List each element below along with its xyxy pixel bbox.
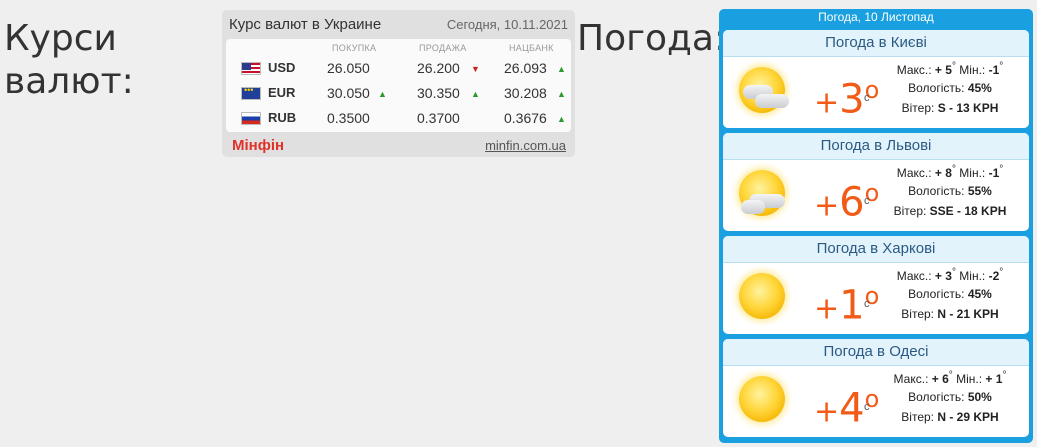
max-min-temp: Макс.: + 6° Мін.: + 1° — [893, 370, 1007, 386]
sun-icon — [739, 273, 785, 319]
sell-rate: 30.350 — [417, 85, 460, 101]
trend-up-icon: ▲ — [557, 114, 566, 124]
sell-rate: 0.3700 — [417, 110, 460, 126]
column-header-sell: ПРОДАЖА — [419, 43, 467, 53]
max-min-temp: Макс.: + 5° Мін.: -1° — [896, 61, 1004, 77]
city-weather-card[interactable]: Погода в Харкові +1o c Макс.: + 3° Мін.:… — [723, 236, 1029, 334]
currency-widget-date: Сегодня, 10.11.2021 — [446, 17, 568, 32]
humidity: Вологість: 50% — [908, 390, 992, 404]
buy-rate: 26.050 — [327, 60, 370, 76]
wind: Вітер: N - 29 KPH — [901, 410, 999, 424]
weather-widget-title: Погода, 10 Листопад — [818, 10, 934, 24]
partly-cloudy-icon — [739, 67, 789, 113]
weather-heading: Погода: — [577, 18, 727, 59]
city-weather-title[interactable]: Погода в Львові — [723, 133, 1029, 160]
wind: Вітер: SSE - 18 KPH — [893, 204, 1007, 218]
currency-row-eur: EUR 30.050 ▲ 30.350 ▲ 30.208 ▲ — [226, 84, 571, 108]
currency-row-rub: RUB 0.3500 0.3700 0.3676 ▲ — [226, 109, 571, 133]
city-weather-card[interactable]: Погода в Львові +6o c Макс.: + 8° Мін.: … — [723, 133, 1029, 231]
currency-code: USD — [268, 60, 296, 75]
buy-rate: 30.050 — [327, 85, 370, 101]
exchange-rates-heading: Курси валют: — [4, 18, 134, 102]
currency-table: ПОКУПКА ПРОДАЖА НАЦБАНК USD 26.050 26.20… — [226, 39, 571, 132]
minfin-logo[interactable]: Мінфін — [232, 137, 284, 154]
city-weather-title[interactable]: Погода в Одесі — [723, 339, 1029, 366]
currency-widget: Курс валют в Украине Сегодня, 10.11.2021… — [222, 10, 575, 157]
trend-up-icon: ▲ — [557, 89, 566, 99]
humidity: Вологість: 45% — [908, 81, 992, 95]
trend-down-icon: ▼ — [471, 64, 480, 74]
currency-widget-title: Курс валют в Украине — [229, 16, 382, 33]
sun-icon — [739, 376, 785, 422]
nbu-rate: 30.208 — [504, 85, 547, 101]
weather-widget: Погода, 10 Листопад Погода в Києві +3o c… — [719, 9, 1033, 443]
max-min-temp: Макс.: + 8° Мін.: -1° — [896, 164, 1004, 180]
column-header-buy: ПОКУПКА — [332, 43, 377, 53]
ru-flag-icon — [241, 112, 261, 125]
minfin-link[interactable]: minfin.com.ua — [485, 138, 566, 153]
buy-rate: 0.3500 — [327, 110, 370, 126]
city-weather-title[interactable]: Погода в Києві — [723, 30, 1029, 57]
column-header-nbu: НАЦБАНК — [509, 43, 554, 53]
humidity: Вологість: 45% — [908, 287, 992, 301]
currency-row-usd: USD 26.050 26.200 ▼ 26.093 ▲ — [226, 59, 571, 83]
eu-flag-icon — [241, 85, 261, 100]
trend-up-icon: ▲ — [557, 64, 566, 74]
trend-up-icon: ▲ — [471, 89, 480, 99]
temperature-unit: c — [864, 401, 870, 413]
partly-cloudy-icon — [739, 170, 785, 216]
sell-rate: 26.200 — [417, 60, 460, 76]
city-weather-card[interactable]: Погода в Києві +3o c Макс.: + 5° Мін.: -… — [723, 30, 1029, 128]
currency-code: EUR — [268, 85, 296, 100]
nbu-rate: 0.3676 — [504, 110, 547, 126]
wind: Вітер: N - 21 KPH — [901, 307, 999, 321]
city-weather-title[interactable]: Погода в Харкові — [723, 236, 1029, 263]
temperature-unit: c — [864, 92, 870, 104]
us-flag-icon — [241, 62, 261, 75]
trend-up-icon: ▲ — [378, 89, 387, 99]
wind: Вітер: S - 13 KPH — [901, 101, 999, 115]
nbu-rate: 26.093 — [504, 60, 547, 76]
city-weather-card[interactable]: Погода в Одесі +4o c Макс.: + 6° Мін.: +… — [723, 339, 1029, 437]
temperature-unit: c — [864, 298, 870, 310]
temperature-unit: c — [864, 195, 870, 207]
humidity: Вологість: 55% — [908, 184, 992, 198]
max-min-temp: Макс.: + 3° Мін.: -2° — [896, 267, 1004, 283]
currency-code: RUB — [268, 110, 297, 125]
